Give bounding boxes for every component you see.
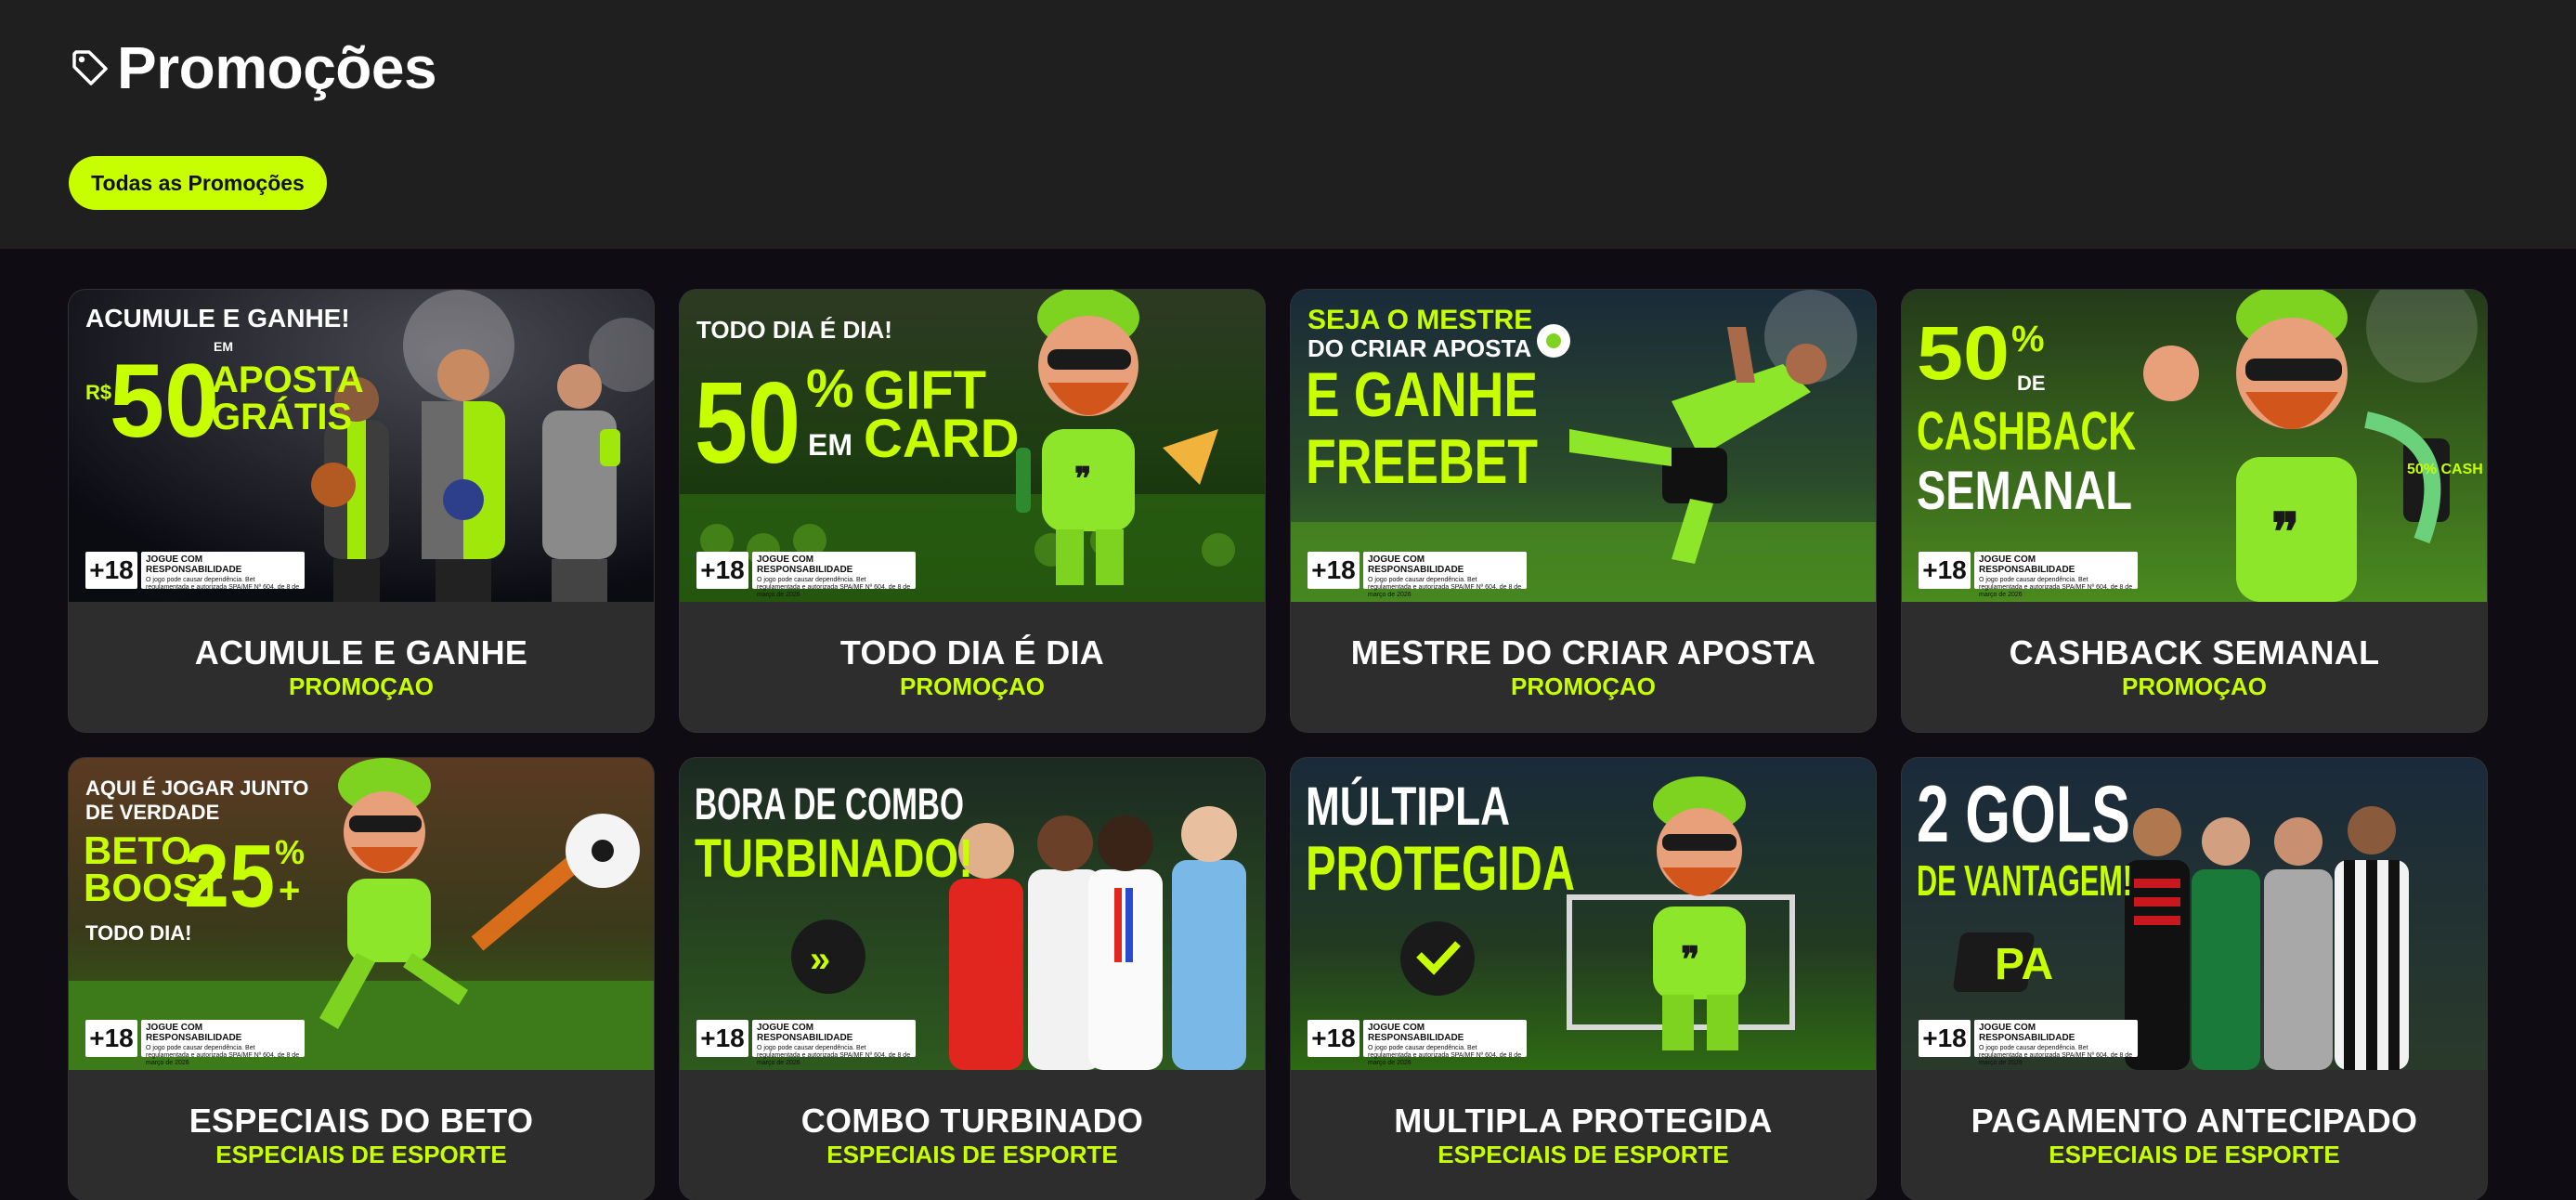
all-promotions-button[interactable]: Todas as Promoções xyxy=(69,156,327,210)
responsible-gaming-badge: +18 JOGUE COM RESPONSABILIDADE O jogo pod… xyxy=(85,1020,305,1066)
card-info: TODO DIA É DIA PROMOÇAO xyxy=(680,602,1265,732)
promo-banner: ❞ MÚLTIPLA PROTEGIDA +18 JOGUE COM RESPO… xyxy=(1291,758,1876,1070)
promo-banner: AQUI É JOGAR JUNTO DE VERDADE BETO BOOST… xyxy=(69,758,654,1070)
responsible-gaming-badge: +18 JOGUE COM RESPONSABILIDADE O jogo pod… xyxy=(696,1020,916,1066)
card-category: ESPECIAIS DE ESPORTE xyxy=(826,1141,1118,1168)
card-info: ACUMULE E GANHE PROMOÇAO xyxy=(69,602,654,732)
svg-text:TURBINADO!: TURBINADO! xyxy=(695,828,973,889)
svg-text:TODO DIA!: TODO DIA! xyxy=(85,921,191,945)
age-18-icon: +18 xyxy=(696,552,748,589)
page-header: Promoções Todas as Promoções xyxy=(0,0,2576,249)
card-title: ESPECIAIS DO BETO xyxy=(189,1102,534,1140)
svg-text:DO CRIAR APOSTA: DO CRIAR APOSTA xyxy=(1308,334,1531,362)
promo-card-especiais-do-beto[interactable]: AQUI É JOGAR JUNTO DE VERDADE BETO BOOST… xyxy=(69,758,654,1200)
card-title: PAGAMENTO ANTECIPADO xyxy=(1971,1102,2418,1140)
svg-text:%: % xyxy=(806,359,854,419)
age-18-icon: +18 xyxy=(1308,1020,1360,1057)
promo-banner: ACUMULE E GANHE! R$ 50 EM APOSTA GRÁTIS … xyxy=(69,290,654,602)
svg-text:50: 50 xyxy=(110,343,219,459)
svg-text:GRÁTIS: GRÁTIS xyxy=(212,396,352,437)
promo-card-multipla-protegida[interactable]: ❞ MÚLTIPLA PROTEGIDA +18 JOGUE COM RESPO… xyxy=(1291,758,1876,1200)
promo-banner: » BORA DE COMBO TURBINADO! +18 JOGUE COM… xyxy=(680,758,1265,1070)
svg-text:SEJA O MESTRE: SEJA O MESTRE xyxy=(1308,305,1532,335)
svg-text:MÚLTIPLA: MÚLTIPLA xyxy=(1306,776,1510,837)
card-title: COMBO TURBINADO xyxy=(800,1102,1144,1140)
promo-card-combo-turbinado[interactable]: » BORA DE COMBO TURBINADO! +18 JOGUE COM… xyxy=(680,758,1265,1200)
promo-card-pagamento-antecipado[interactable]: PA 2 GOLS DE VANTAGEM! +18 JOGUE COM RES… xyxy=(1902,758,2487,1200)
responsible-gaming-badge: +18 JOGUE COM RESPONSABILIDADE O jogo pod… xyxy=(1308,1020,1527,1066)
tag-icon xyxy=(69,46,111,89)
page-title: Promoções xyxy=(117,34,437,101)
svg-text:E GANHE: E GANHE xyxy=(1306,359,1538,430)
svg-text:EM: EM xyxy=(808,428,852,462)
card-category: PROMOÇAO xyxy=(900,672,1045,700)
svg-text:❞: ❞ xyxy=(1681,941,1699,980)
svg-text:FREEBET: FREEBET xyxy=(1306,426,1538,497)
svg-text:PROTEGIDA: PROTEGIDA xyxy=(1306,833,1575,904)
responsible-gaming-badge: +18 JOGUE COM RESPONSABILIDADE O jogo pod… xyxy=(1308,552,1527,598)
card-category: PROMOÇAO xyxy=(289,672,434,700)
card-category: PROMOÇAO xyxy=(1511,672,1656,700)
card-info: CASHBACK SEMANAL PROMOÇAO xyxy=(1902,602,2487,732)
card-info: MULTIPLA PROTEGIDA ESPECIAIS DE ESPORTE xyxy=(1291,1070,1876,1200)
promo-card-cashback-semanal[interactable]: ❞ 50% CASH BACK 50 % DE CASHBACK SEMANAL… xyxy=(1902,290,2487,732)
age-18-icon: +18 xyxy=(1919,1020,1971,1057)
title-row: Promoções xyxy=(69,33,437,102)
card-category: PROMOÇAO xyxy=(2122,672,2267,700)
svg-text:SEMANAL: SEMANAL xyxy=(1917,461,2132,521)
svg-text:25: 25 xyxy=(184,827,275,926)
age-18-icon: +18 xyxy=(85,1020,137,1057)
svg-text:CASHBACK: CASHBACK xyxy=(1917,401,2136,462)
card-info: COMBO TURBINADO ESPECIAIS DE ESPORTE xyxy=(680,1070,1265,1200)
svg-text:50: 50 xyxy=(1917,311,2010,396)
card-category: ESPECIAIS DE ESPORTE xyxy=(1438,1141,1729,1168)
svg-text:R$: R$ xyxy=(85,381,111,404)
svg-text:»: » xyxy=(810,939,830,980)
card-title: MESTRE DO CRIAR APOSTA xyxy=(1350,633,1816,672)
svg-text:EM: EM xyxy=(214,339,233,354)
svg-text:DE VANTAGEM!: DE VANTAGEM! xyxy=(1917,856,2132,905)
promo-banner: SEJA O MESTRE DO CRIAR APOSTA E GANHE FR… xyxy=(1291,290,1876,602)
card-category: ESPECIAIS DE ESPORTE xyxy=(2049,1141,2340,1168)
responsible-gaming-badge: +18 JOGUE COM RESPONSABILIDADE O jogo pod… xyxy=(696,552,916,598)
svg-text:50: 50 xyxy=(695,359,800,488)
age-18-icon: +18 xyxy=(1308,552,1360,589)
svg-text:CARD: CARD xyxy=(864,409,1020,469)
promo-banner: PA 2 GOLS DE VANTAGEM! +18 JOGUE COM RES… xyxy=(1902,758,2487,1070)
svg-text:%: % xyxy=(275,833,305,871)
age-18-icon: +18 xyxy=(85,552,137,589)
age-18-icon: +18 xyxy=(1919,552,1971,589)
card-title: TODO DIA É DIA xyxy=(839,633,1105,672)
promo-card-todo-dia-e-dia[interactable]: ❞ TODO DIA É DIA! 50 % EM GIFT CARD +18 … xyxy=(680,290,1265,732)
card-info: MESTRE DO CRIAR APOSTA PROMOÇAO xyxy=(1291,602,1876,732)
age-18-icon: +18 xyxy=(696,1020,748,1057)
card-title: ACUMULE E GANHE xyxy=(194,633,528,672)
card-title: MULTIPLA PROTEGIDA xyxy=(1394,1102,1773,1140)
svg-text:❞: ❞ xyxy=(2271,502,2299,561)
card-category: ESPECIAIS DE ESPORTE xyxy=(215,1141,507,1168)
svg-text:PA: PA xyxy=(1995,940,2053,989)
responsible-gaming-badge: +18 JOGUE COM RESPONSABILIDADE O jogo pod… xyxy=(1919,1020,2138,1066)
svg-text:BORA DE COMBO: BORA DE COMBO xyxy=(695,780,964,829)
promo-card-mestre-do-criar-aposta[interactable]: SEJA O MESTRE DO CRIAR APOSTA E GANHE FR… xyxy=(1291,290,1876,732)
svg-text:AQUI É JOGAR JUNTO: AQUI É JOGAR JUNTO xyxy=(85,776,308,800)
svg-text:❞: ❞ xyxy=(1074,462,1091,497)
svg-text:APOSTA: APOSTA xyxy=(212,359,364,400)
svg-text:%: % xyxy=(2011,319,2045,359)
svg-text:50% CASH BACK: 50% CASH BACK xyxy=(2407,462,2487,477)
responsible-gaming-badge: +18 JOGUE COM RESPONSABILIDADE O jogo pod… xyxy=(85,552,305,598)
card-info: PAGAMENTO ANTECIPADO ESPECIAIS DE ESPORT… xyxy=(1902,1070,2487,1200)
promo-banner: ❞ 50% CASH BACK 50 % DE CASHBACK SEMANAL… xyxy=(1902,290,2487,602)
promo-banner: ❞ TODO DIA É DIA! 50 % EM GIFT CARD +18 … xyxy=(680,290,1265,602)
svg-text:+: + xyxy=(279,870,300,911)
responsible-gaming-badge: +18 JOGUE COM RESPONSABILIDADE O jogo pod… xyxy=(1919,552,2138,598)
svg-text:TODO DIA É DIA!: TODO DIA É DIA! xyxy=(696,316,892,344)
svg-text:DE VERDADE: DE VERDADE xyxy=(85,801,219,824)
svg-text:DE: DE xyxy=(2017,372,2046,395)
card-info: ESPECIAIS DO BETO ESPECIAIS DE ESPORTE xyxy=(69,1070,654,1200)
svg-text:ACUMULE E GANHE!: ACUMULE E GANHE! xyxy=(85,304,350,333)
promo-card-acumule-e-ganhe[interactable]: ACUMULE E GANHE! R$ 50 EM APOSTA GRÁTIS … xyxy=(69,290,654,732)
card-title: CASHBACK SEMANAL xyxy=(2009,633,2380,672)
svg-text:2 GOLS: 2 GOLS xyxy=(1917,770,2130,859)
